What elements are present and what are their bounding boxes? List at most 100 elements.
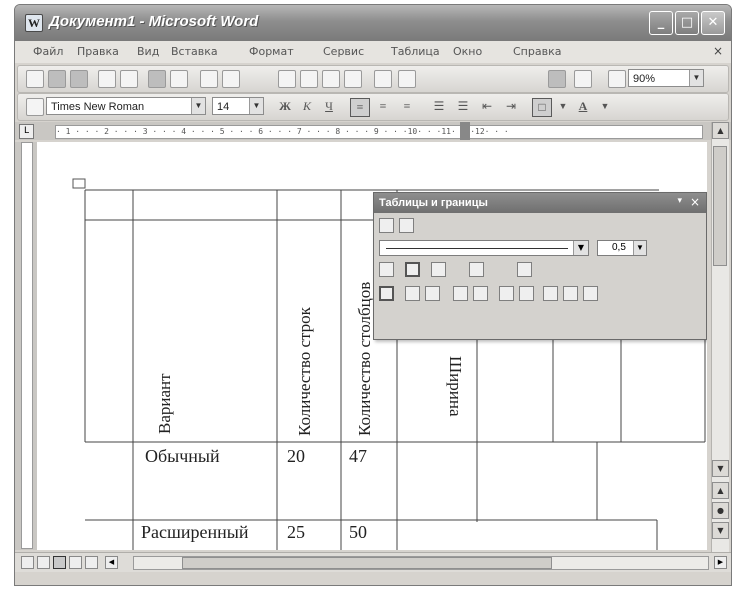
font-color-button[interactable]: A bbox=[574, 98, 592, 115]
align-top-left-icon[interactable] bbox=[453, 286, 468, 301]
toolbar-options-icon[interactable]: ▾ bbox=[677, 196, 682, 206]
sort-ascending-icon[interactable] bbox=[499, 286, 514, 301]
document-area[interactable]: Вариант Количество строк Количество стол… bbox=[37, 142, 707, 550]
next-page-icon[interactable]: ▼ bbox=[712, 522, 729, 539]
format-painter-icon[interactable] bbox=[344, 70, 362, 88]
insert-table-icon[interactable] bbox=[379, 286, 394, 301]
sort-descending-icon[interactable] bbox=[519, 286, 534, 301]
split-cells-icon[interactable] bbox=[425, 286, 440, 301]
new-document-icon[interactable] bbox=[26, 70, 44, 88]
scroll-right-icon[interactable]: ▶ bbox=[714, 556, 727, 569]
vertical-scroll-thumb[interactable] bbox=[713, 146, 727, 266]
reading-layout-view-icon[interactable] bbox=[85, 556, 98, 569]
tab-selector[interactable]: L bbox=[19, 124, 34, 139]
permission-icon[interactable] bbox=[98, 70, 116, 88]
minimize-button[interactable]: _ bbox=[649, 11, 673, 35]
scroll-left-icon[interactable]: ◀ bbox=[105, 556, 118, 569]
tables-and-borders-toolbar[interactable]: Таблицы и границы ▾ × ▼ 0,5 ▼ bbox=[373, 192, 707, 340]
chevron-down-icon[interactable]: ▼ bbox=[689, 70, 703, 86]
chevron-down-icon[interactable]: ▼ bbox=[554, 98, 572, 115]
draw-table-icon[interactable] bbox=[379, 218, 394, 233]
outline-view-icon[interactable] bbox=[69, 556, 82, 569]
zoom-combo[interactable]: 90% ▼ bbox=[628, 69, 704, 87]
close-button[interactable]: ✕ bbox=[701, 11, 725, 35]
tables-borders-title[interactable]: Таблицы и границы bbox=[374, 193, 706, 213]
font-size-combo[interactable]: 14 ▼ bbox=[212, 97, 264, 115]
increase-indent-button[interactable]: ⇥ bbox=[502, 98, 520, 115]
open-icon[interactable] bbox=[48, 70, 66, 88]
normal-view-icon[interactable] bbox=[21, 556, 34, 569]
menu-tools[interactable]: Сервис bbox=[323, 45, 364, 58]
shading-color-icon[interactable] bbox=[431, 262, 446, 277]
chevron-down-icon[interactable]: ▼ bbox=[191, 98, 205, 114]
scroll-up-icon[interactable]: ▲ bbox=[712, 122, 729, 139]
header-variant: Вариант bbox=[155, 373, 174, 434]
merge-cells-icon[interactable] bbox=[405, 286, 420, 301]
print-layout-view-icon[interactable] bbox=[53, 556, 66, 569]
menu-view[interactable]: Вид bbox=[137, 45, 159, 58]
italic-button[interactable]: К bbox=[298, 98, 316, 115]
text-direction-icon[interactable] bbox=[563, 286, 578, 301]
font-name-combo[interactable]: Times New Roman ▼ bbox=[46, 97, 206, 115]
borders-button[interactable]: □ bbox=[532, 98, 552, 117]
document-close-icon[interactable]: × bbox=[713, 44, 723, 58]
menu-help[interactable]: Справка bbox=[513, 45, 561, 58]
show-hide-icon[interactable] bbox=[608, 70, 626, 88]
horizontal-scroll-area: ◀ ▶ bbox=[15, 552, 731, 573]
chevron-down-icon[interactable]: ▼ bbox=[633, 241, 646, 255]
menu-edit[interactable]: Правка bbox=[77, 45, 119, 58]
horizontal-scroll-thumb[interactable] bbox=[182, 557, 552, 569]
bold-button[interactable]: Ж bbox=[276, 98, 294, 115]
redo-icon[interactable] bbox=[398, 70, 416, 88]
menu-insert[interactable]: Вставка bbox=[171, 45, 218, 58]
print-icon[interactable] bbox=[148, 70, 166, 88]
distribute-rows-icon[interactable] bbox=[473, 286, 488, 301]
copy-icon[interactable] bbox=[300, 70, 318, 88]
vertical-scrollbar[interactable]: ▲ ▼ ▲ ● ▼ bbox=[711, 122, 729, 552]
columns-icon[interactable] bbox=[574, 70, 592, 88]
style-icon[interactable] bbox=[26, 98, 44, 116]
align-left-button[interactable]: ≡ bbox=[350, 98, 370, 117]
word-app-icon[interactable]: W bbox=[25, 14, 43, 32]
chevron-down-icon[interactable]: ▼ bbox=[596, 98, 614, 115]
paste-icon[interactable] bbox=[322, 70, 340, 88]
chevron-down-icon[interactable]: ▼ bbox=[573, 241, 588, 255]
undo-icon[interactable] bbox=[374, 70, 392, 88]
select-browse-object-icon[interactable]: ● bbox=[712, 502, 729, 519]
distribute-columns-icon[interactable] bbox=[583, 286, 598, 301]
maximize-button[interactable]: □ bbox=[675, 11, 699, 35]
eraser-icon[interactable] bbox=[399, 218, 414, 233]
research-icon[interactable] bbox=[222, 70, 240, 88]
menu-window[interactable]: Окно bbox=[453, 45, 482, 58]
column-marker[interactable] bbox=[460, 122, 470, 140]
web-layout-view-icon[interactable] bbox=[37, 556, 50, 569]
menu-format[interactable]: Формат bbox=[249, 45, 294, 58]
autosum-icon[interactable] bbox=[543, 286, 558, 301]
align-icon[interactable] bbox=[517, 262, 532, 277]
decrease-indent-button[interactable]: ⇤ bbox=[478, 98, 496, 115]
outside-border-icon[interactable] bbox=[405, 262, 420, 277]
menu-table[interactable]: Таблица bbox=[391, 45, 440, 58]
print-preview-icon[interactable] bbox=[170, 70, 188, 88]
row1-variant: Обычный bbox=[145, 446, 220, 466]
numbering-button[interactable]: ☰ bbox=[430, 98, 448, 115]
horizontal-scrollbar[interactable] bbox=[133, 556, 709, 570]
insert-table-icon[interactable] bbox=[548, 70, 566, 88]
line-weight-combo[interactable]: 0,5 ▼ bbox=[597, 240, 647, 256]
align-right-button[interactable]: ≡ bbox=[398, 98, 416, 115]
merge-cells-icon[interactable] bbox=[469, 262, 484, 277]
previous-page-icon[interactable]: ▲ bbox=[712, 482, 729, 499]
underline-button[interactable]: Ч bbox=[320, 98, 338, 115]
bullets-button[interactable]: ☰ bbox=[454, 98, 472, 115]
scroll-down-icon[interactable]: ▼ bbox=[712, 460, 729, 477]
line-style-combo[interactable]: ▼ bbox=[379, 240, 589, 256]
align-center-button[interactable]: ≡ bbox=[374, 98, 392, 115]
email-icon[interactable] bbox=[120, 70, 138, 88]
border-color-icon[interactable] bbox=[379, 262, 394, 277]
menu-file[interactable]: Файл bbox=[33, 45, 63, 58]
chevron-down-icon[interactable]: ▼ bbox=[249, 98, 263, 114]
toolbar-close-icon[interactable]: × bbox=[690, 195, 700, 209]
spelling-icon[interactable] bbox=[200, 70, 218, 88]
cut-icon[interactable] bbox=[278, 70, 296, 88]
save-icon[interactable] bbox=[70, 70, 88, 88]
